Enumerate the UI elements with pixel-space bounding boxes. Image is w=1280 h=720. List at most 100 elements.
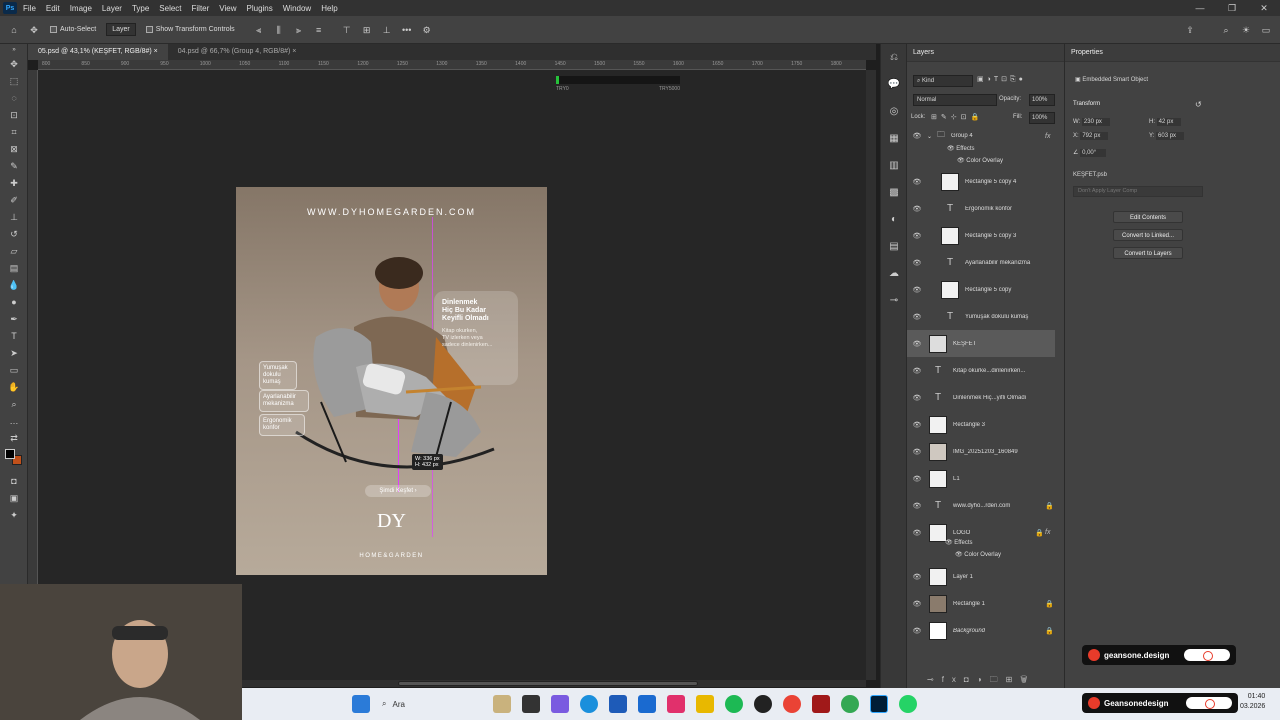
stamp-tool-icon[interactable]: ⊥ [0,209,28,226]
visibility-eye-icon[interactable]: 👁 [907,600,927,608]
menu-image[interactable]: Image [70,4,92,13]
crop-tool-icon[interactable]: ⌗ [0,124,28,141]
history-icon[interactable]: ⎌ [881,44,907,71]
swatches-icon[interactable]: ▦ [881,125,907,152]
eye-icon[interactable]: 👁 [957,158,965,164]
layer-filter-dropdown[interactable]: ⌕ Kind [913,75,973,87]
visibility-eye-icon[interactable]: 👁 [907,421,927,429]
copilot-icon[interactable] [551,695,569,713]
layer-row[interactable]: 👁 Rectangle 5 copy [907,276,1055,303]
layer-row[interactable]: 👁 T Ergonomik konfor [907,195,1055,222]
x-field[interactable]: 792 px [1080,132,1109,140]
libraries-icon[interactable]: ▤ [881,233,907,260]
align-bottom-icon[interactable]: ⊥ [381,25,393,35]
layer-row-group-4[interactable]: 👁 ⌄ 🗀 Group 4 fx [907,128,1055,144]
eye-icon[interactable]: 👁 [945,540,953,546]
lock-icons[interactable]: ⊞✎⊹⊡🔒 [931,113,983,121]
hand-tool-icon[interactable]: ✋ [0,379,28,396]
layer-row[interactable]: 👁 T Yumuşak dokulu kumaş [907,303,1055,330]
channels-icon[interactable]: ☁ [881,260,907,287]
height-field[interactable]: 42 px [1156,118,1182,126]
blur-tool-icon[interactable]: 💧 [0,277,28,294]
layer-row[interactable]: 👁 T Kitap okurke...dinlenirken... [907,357,1055,384]
effects-row[interactable]: 👁 Effects [945,539,973,546]
scrollbar-thumb[interactable] [398,681,698,686]
gradient-tool-icon[interactable]: ▤ [0,260,28,277]
horizontal-scrollbar[interactable] [242,680,866,687]
visibility-eye-icon[interactable]: 👁 [907,286,927,294]
history-brush-icon[interactable]: ↺ [0,226,28,243]
file-explorer-icon[interactable] [696,695,714,713]
close-icon[interactable]: × [154,48,158,55]
swap-colors-icon[interactable]: ⇄ [0,430,28,447]
collapse-icon[interactable]: » [0,44,28,56]
restore-icon[interactable]: ❐ [1216,0,1248,16]
frame-tool-icon[interactable]: ⊠ [0,141,28,158]
lasso-tool-icon[interactable]: ◌ [0,90,28,107]
align-left-icon[interactable]: ⫷ [253,25,265,35]
zoom-tool-icon[interactable]: ⌕ [0,396,28,413]
path-select-icon[interactable]: ➤ [0,345,28,362]
tab-04-psd[interactable]: 04.psd @ 66,7% (Group 4, RGB/8#) × [168,44,307,60]
menu-file[interactable]: File [23,4,36,13]
layer-row[interactable]: 👁 T Dinlenmek Hiç...yifli Olmadı [907,384,1055,411]
visibility-eye-icon[interactable]: 👁 [907,340,927,348]
patterns-icon[interactable]: ▩ [881,179,907,206]
outlook-icon[interactable] [638,695,656,713]
instagram-icon[interactable] [667,695,685,713]
fx-icon[interactable]: fx [1045,529,1055,536]
more-options-icon[interactable]: ••• [401,25,413,35]
layer-row[interactable]: 👁 Rectangle 5 copy 4 [907,168,1055,195]
workspace-icon[interactable]: ▭ [1260,25,1272,35]
eyedropper-tool-icon[interactable]: ✎ [0,158,28,175]
vertical-scrollbar[interactable] [866,70,876,680]
layer-row[interactable]: 👁 IMG_20251203_160849 [907,438,1055,465]
layer-footer-icons[interactable]: ⊸fx◘◑🗀⊞🗑 [927,674,1036,688]
move-tool-icon[interactable]: ✥ [0,56,28,73]
visibility-eye-icon[interactable]: 👁 [907,502,927,510]
layer-row[interactable]: 👁 LOGO 🔒 fx [907,519,1055,546]
store-icon[interactable] [609,695,627,713]
visibility-eye-icon[interactable]: 👁 [907,394,927,402]
y-field[interactable]: 603 px [1156,132,1185,140]
color-overlay-row[interactable]: 👁 Color Overlay [957,157,1003,164]
type-tool-icon[interactable]: T [0,328,28,345]
brush-tool-icon[interactable]: ✐ [0,192,28,209]
align-right-icon[interactable]: ⫸ [293,25,305,35]
visibility-eye-icon[interactable]: 👁 [907,313,927,321]
eye-icon[interactable]: 👁 [947,146,955,152]
home-icon[interactable]: ⌂ [8,25,20,35]
fill-field[interactable]: 100% [1029,112,1055,124]
gear-icon[interactable]: ⚙ [421,25,433,35]
document-canvas[interactable]: WWW.DYHOMEGARDEN.COM Dinlenmek Hiç Bu Ka… [236,187,547,575]
foreground-color-swatch[interactable] [5,449,15,459]
distribute-icon[interactable]: ≡ [313,25,325,35]
search-icon[interactable]: ⌕ [1220,25,1232,35]
paths-icon[interactable]: ⊸ [881,287,907,314]
close-icon[interactable]: × [292,48,296,55]
layer-row[interactable]: 👁 Rectangle 1 🔒 [907,590,1055,617]
auto-select-target-dropdown[interactable]: Layer [106,23,136,36]
widgets-icon[interactable] [493,695,511,713]
eye-icon[interactable]: 👁 [955,552,963,558]
menu-edit[interactable]: Edit [46,4,60,13]
visibility-eye-icon[interactable]: 👁 [907,178,927,186]
eraser-tool-icon[interactable]: ▱ [0,243,28,260]
layer-row[interactable]: 👁 T Ayarlanabilir mekanizma [907,249,1055,276]
color-icon[interactable]: ◎ [881,98,907,125]
marquee-tool-icon[interactable]: ⬚ [0,73,28,90]
comments-icon[interactable]: 💬 [881,71,907,98]
menu-layer[interactable]: Layer [102,4,122,13]
spotify-icon[interactable] [725,695,743,713]
align-top-icon[interactable]: ⊤ [341,25,353,35]
color-overlay-row[interactable]: 👁 Color Overlay [955,551,1001,558]
effects-row[interactable]: 👁 Effects [947,145,975,152]
layer-row[interactable]: 👁 Rectangle 5 copy 3 [907,222,1055,249]
menu-plugins[interactable]: Plugins [247,4,273,13]
align-middle-icon[interactable]: ⊞ [361,25,373,35]
quick-mask-icon[interactable]: ◘ [0,473,28,490]
align-center-icon[interactable]: ⫼ [273,25,285,35]
share-icon[interactable]: ⇪ [1184,25,1196,35]
angle-field[interactable]: 0,00° [1080,149,1107,157]
visibility-eye-icon[interactable]: 👁 [907,448,927,456]
